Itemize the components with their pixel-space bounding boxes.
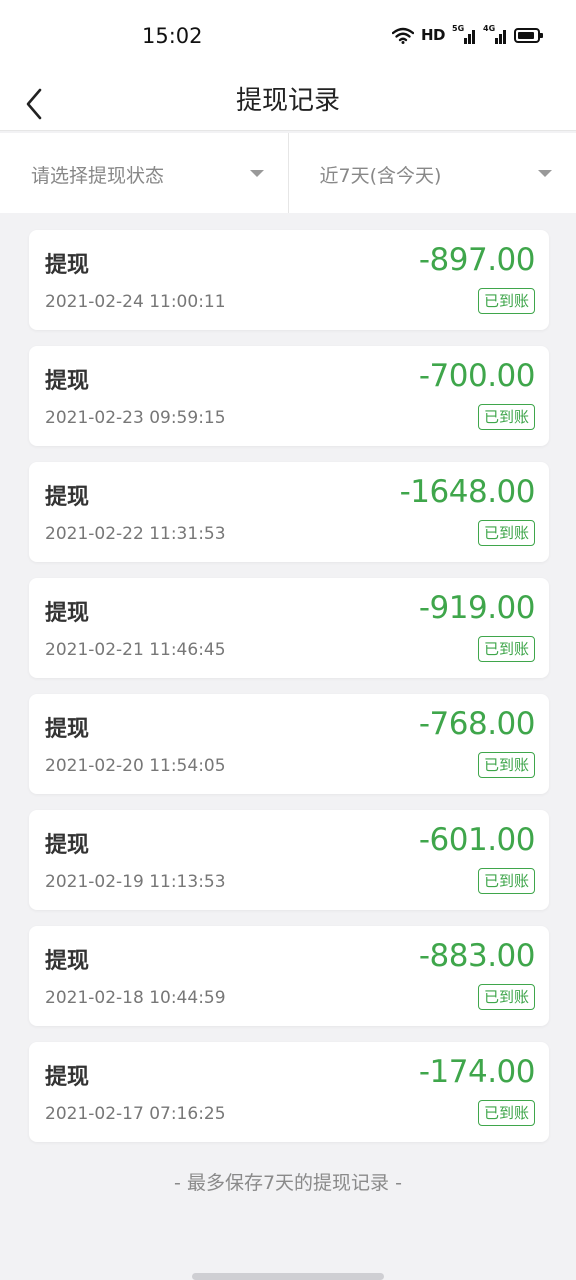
record-amount: -1648.00	[399, 474, 536, 510]
record-type: 提现	[45, 485, 90, 510]
record-type: 提现	[45, 1065, 90, 1090]
record-type: 提现	[45, 949, 90, 974]
record-time: 2021-02-19 11:13:53	[45, 872, 226, 892]
record-type: 提现	[45, 369, 90, 394]
record-amount: -700.00	[418, 358, 536, 394]
status-badge: 已到账	[477, 404, 535, 430]
record-time: 2021-02-21 11:46:45	[45, 640, 226, 660]
withdrawal-list: 提现 2021-02-24 11:00:11 -897.00 已到账 提现 20…	[29, 230, 549, 1158]
list-item[interactable]: 提现 2021-02-23 09:59:15 -700.00 已到账	[29, 346, 549, 446]
home-indicator[interactable]	[192, 1273, 384, 1280]
date-range-label: 近7天(含今天)	[319, 165, 442, 187]
list-item[interactable]: 提现 2021-02-18 10:44:59 -883.00 已到账	[29, 926, 549, 1026]
status-badge: 已到账	[477, 636, 535, 662]
filter-bar: 请选择提现状态 近7天(含今天)	[0, 133, 576, 213]
wifi-icon	[391, 27, 414, 44]
status-time: 15:02	[142, 24, 203, 48]
status-badge: 已到账	[477, 984, 535, 1010]
record-amount: -883.00	[418, 938, 536, 974]
status-badge: 已到账	[477, 520, 535, 546]
caret-down-icon	[249, 170, 264, 177]
footer-note: - 最多保存7天的提现记录 -	[174, 1172, 402, 1194]
record-amount: -601.00	[418, 822, 536, 858]
status-filter-dropdown[interactable]: 请选择提现状态	[0, 133, 288, 213]
battery-icon	[514, 27, 543, 43]
hd-label: HD	[420, 26, 446, 44]
record-time: 2021-02-18 10:44:59	[45, 988, 226, 1008]
signal-icon: 4G	[483, 24, 507, 44]
status-badge: 已到账	[477, 288, 535, 314]
network-type-label: 5G	[452, 24, 465, 33]
status-filter-label: 请选择提现状态	[31, 165, 165, 187]
record-time: 2021-02-20 11:54:05	[45, 756, 226, 776]
list-item[interactable]: 提现 2021-02-21 11:46:45 -919.00 已到账	[29, 578, 549, 678]
status-badge: 已到账	[477, 868, 535, 894]
list-item[interactable]: 提现 2021-02-20 11:54:05 -768.00 已到账	[29, 694, 549, 794]
status-badge: 已到账	[477, 752, 535, 778]
record-amount: -768.00	[418, 706, 536, 742]
caret-down-icon	[538, 170, 552, 177]
record-time: 2021-02-22 11:31:53	[45, 524, 226, 544]
record-time: 2021-02-24 11:00:11	[45, 292, 226, 312]
network-type-label: 4G	[483, 24, 496, 33]
list-item[interactable]: 提现 2021-02-17 07:16:25 -174.00 已到账	[29, 1042, 549, 1142]
date-range-dropdown[interactable]: 近7天(含今天)	[287, 133, 576, 213]
record-type: 提现	[45, 717, 90, 742]
list-item[interactable]: 提现 2021-02-19 11:13:53 -601.00 已到账	[29, 810, 549, 910]
record-type: 提现	[45, 253, 90, 278]
header: 提现记录	[0, 68, 576, 131]
record-amount: -174.00	[418, 1054, 536, 1090]
record-amount: -919.00	[418, 590, 536, 626]
page-title: 提现记录	[235, 86, 340, 116]
record-time: 2021-02-23 09:59:15	[45, 408, 226, 428]
status-badge: 已到账	[477, 1100, 535, 1126]
status-bar: 15:02 HD 5G 4G	[0, 0, 576, 68]
list-item[interactable]: 提现 2021-02-24 11:00:11 -897.00 已到账	[29, 230, 549, 330]
record-amount: -897.00	[418, 242, 536, 278]
list-item[interactable]: 提现 2021-02-22 11:31:53 -1648.00 已到账	[29, 462, 549, 562]
record-time: 2021-02-17 07:16:25	[45, 1104, 226, 1124]
status-icons: HD 5G 4G	[391, 24, 543, 44]
signal-icon: 5G	[452, 24, 476, 44]
record-type: 提现	[45, 601, 90, 626]
record-type: 提现	[45, 833, 90, 858]
